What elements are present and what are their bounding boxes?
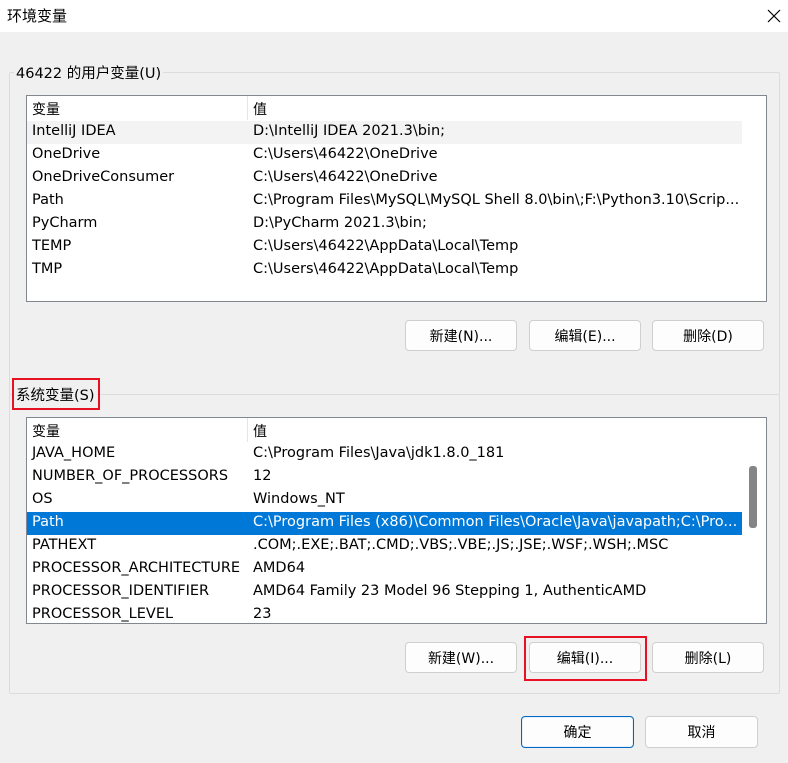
variable-name: NUMBER_OF_PROCESSORS [32,468,229,484]
system-new-button[interactable]: 新建(W)... [405,642,517,673]
table-row[interactable]: OneDrive C:\Users\46422\OneDrive [27,144,742,167]
variable-value: AMD64 [253,560,306,576]
variable-name: TMP [32,261,63,277]
variable-value: 23 [253,606,272,622]
variable-name: OneDriveConsumer [32,169,175,185]
table-row[interactable]: OneDriveConsumer C:\Users\46422\OneDrive [27,167,742,190]
vertical-scrollbar[interactable] [743,418,764,621]
variable-name: Path [32,514,64,530]
table-row[interactable]: PROCESSOR_ARCHITECTURE AMD64 [27,558,742,581]
variable-value: D:\IntelliJ IDEA 2021.3\bin; [253,123,446,139]
variable-value: AMD64 Family 23 Model 96 Stepping 1, Aut… [253,583,647,599]
variable-name: PATHEXT [32,537,97,553]
table-row[interactable]: Path C:\Program Files\MySQL\MySQL Shell 8… [27,190,742,213]
title-bar: 环境变量 [0,0,788,32]
column-header-variable[interactable]: 变量 [32,421,60,441]
user-new-button[interactable]: 新建(N)... [405,320,517,351]
variable-name: IntelliJ IDEA [32,123,116,139]
variable-name: PROCESSOR_LEVEL [32,606,174,622]
system-list-header: 变量 值 [27,418,742,442]
table-row[interactable]: PATHEXT .COM;.EXE;.BAT;.CMD;.VBS;.VBE;.JS… [27,535,742,558]
user-variables-label: 46422 的用户变量(U) [14,62,164,83]
variable-value: C:\Users\46422\AppData\Local\Temp [253,238,519,254]
variable-value: D:\PyCharm 2021.3\bin; [253,215,427,231]
user-variables-list[interactable]: 变量 值 IntelliJ IDEA D:\IntelliJ IDEA 2021.… [26,95,767,302]
variable-name: OneDrive [32,146,101,162]
variable-value: C:\Program Files (x86)\Common Files\Orac… [253,514,738,530]
variable-name: JAVA_HOME [32,445,116,461]
table-row[interactable]: PROCESSOR_IDENTIFIER AMD64 Family 23 Mode… [27,581,742,604]
variable-name: PROCESSOR_IDENTIFIER [32,583,210,599]
table-row[interactable]: OS Windows_NT [27,489,742,512]
system-variables-label-highlight [12,378,100,410]
variable-name: PROCESSOR_ARCHITECTURE [32,560,241,576]
table-row-selected[interactable]: Path C:\Program Files (x86)\Common Files\… [27,512,742,535]
user-delete-button[interactable]: 删除(D) [652,320,764,351]
variable-name: OS [32,491,53,507]
table-row[interactable]: NUMBER_OF_PROCESSORS 12 [27,466,742,489]
column-header-value[interactable]: 值 [253,99,267,119]
user-list-header: 变量 值 [27,96,742,120]
variable-value: 12 [253,468,272,484]
table-row[interactable]: PyCharm D:\PyCharm 2021.3\bin; [27,213,742,236]
column-header-value[interactable]: 值 [253,421,267,441]
variable-name: Path [32,192,64,208]
variable-value: .COM;.EXE;.BAT;.CMD;.VBS;.VBE;.JS;.JSE;.… [253,537,669,553]
table-row[interactable]: JAVA_HOME C:\Program Files\Java\jdk1.8.0_… [27,443,742,466]
column-divider[interactable] [247,96,248,120]
variable-value: C:\Users\46422\AppData\Local\Temp [253,261,519,277]
variable-value: C:\Users\46422\OneDrive [253,169,438,185]
scrollbar-thumb[interactable] [749,466,757,528]
variable-name: PyCharm [32,215,98,231]
column-divider[interactable] [247,418,248,442]
table-row[interactable]: TMP C:\Users\46422\AppData\Local\Temp [27,259,742,282]
user-edit-button[interactable]: 编辑(E)... [529,320,641,351]
cancel-button[interactable]: 取消 [645,716,758,748]
table-row[interactable]: IntelliJ IDEA D:\IntelliJ IDEA 2021.3\bin… [27,121,742,144]
system-variables-list[interactable]: 变量 值 JAVA_HOME C:\Program Files\Java\jdk1… [26,417,767,624]
variable-value: C:\Program Files\MySQL\MySQL Shell 8.0\b… [253,192,740,208]
table-row[interactable]: PROCESSOR_LEVEL 23 [27,604,742,623]
variable-value: C:\Users\46422\OneDrive [253,146,438,162]
table-row[interactable]: TEMP C:\Users\46422\AppData\Local\Temp [27,236,742,259]
dialog-body: 46422 的用户变量(U) 变量 值 IntelliJ IDEA D:\Inte… [0,32,788,763]
ok-button[interactable]: 确定 [521,716,634,748]
close-button[interactable] [760,3,788,29]
system-edit-button-highlight [524,636,647,681]
variable-value: Windows_NT [253,491,345,507]
variable-name: TEMP [32,238,72,254]
window-title: 环境变量 [7,7,68,25]
system-delete-button[interactable]: 删除(L) [652,642,764,673]
column-header-variable[interactable]: 变量 [32,99,60,119]
close-icon [767,9,781,23]
variable-value: C:\Program Files\Java\jdk1.8.0_181 [253,445,505,461]
